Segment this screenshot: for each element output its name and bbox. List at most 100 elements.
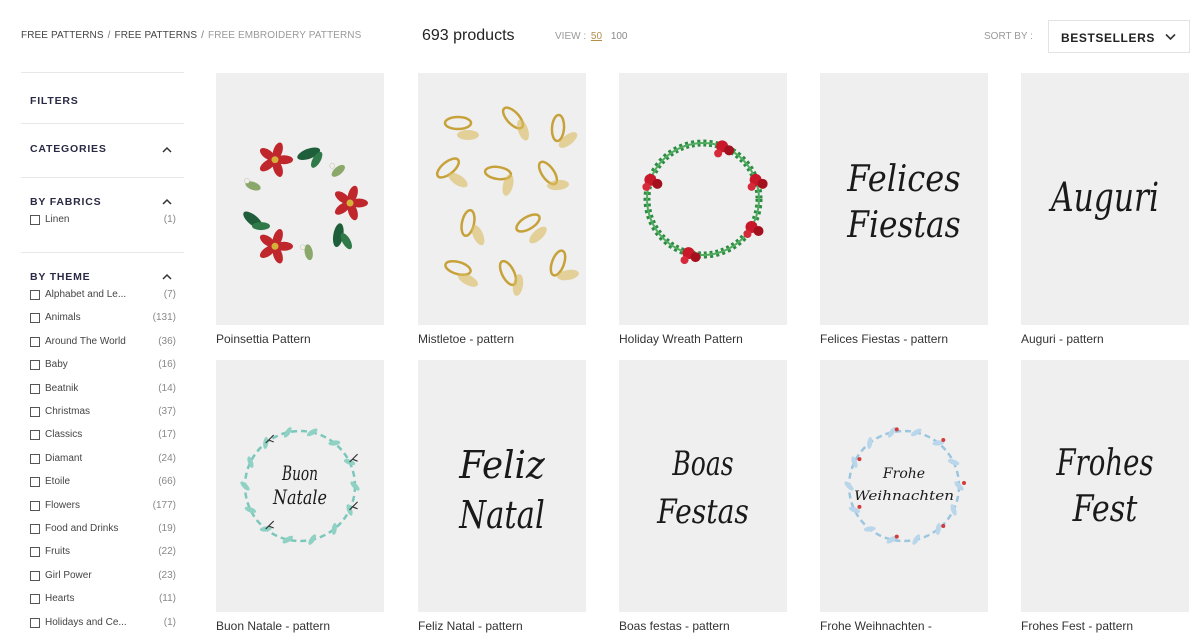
checkbox[interactable]: [30, 524, 40, 534]
filter-option[interactable]: Girl Power (23): [30, 570, 180, 584]
checkbox[interactable]: [30, 336, 40, 347]
filters-header: FILTERS: [21, 72, 184, 123]
breadcrumb-item[interactable]: FREE PATTERNS: [115, 30, 198, 41]
checkbox[interactable]: [30, 617, 40, 628]
chevron-up-icon[interactable]: [162, 146, 172, 153]
product-image[interactable]: Buon Natale: [216, 360, 384, 612]
chevron-up-icon[interactable]: [162, 273, 172, 280]
svg-text:Fiestas: Fiestas: [846, 205, 960, 246]
filter-option-label: Baby: [45, 359, 68, 371]
product-name[interactable]: Feliz Natal - pattern: [418, 619, 523, 633]
product-card[interactable]: Buon Natale Buon Natale - pattern: [216, 360, 384, 633]
filter-option[interactable]: Christmas (37): [30, 406, 180, 420]
filter-option[interactable]: Flowers (177): [30, 500, 180, 514]
product-name[interactable]: Felices Fiestas - pattern: [820, 332, 948, 346]
filter-option-count: (11): [158, 593, 176, 605]
filter-option[interactable]: Classics (17): [30, 429, 180, 443]
checkbox[interactable]: [30, 477, 40, 488]
view-option-100[interactable]: 100: [611, 31, 628, 42]
product-artwork: Frohe Weihnachten: [844, 427, 966, 545]
product-image[interactable]: Boas Festas: [619, 360, 787, 612]
chevron-up-icon[interactable]: [162, 198, 172, 205]
filter-option-count: (131): [152, 312, 176, 324]
product-artwork: Felices Fiestas: [846, 159, 960, 246]
product-image[interactable]: [619, 73, 787, 325]
product-card[interactable]: Poinsettia Pattern: [216, 73, 384, 346]
filters-sidebar: FILTERS CATEGORIES BY FABRICS Linen (1) …: [21, 72, 184, 643]
filter-option[interactable]: Animals (131): [30, 312, 180, 326]
categories-section[interactable]: CATEGORIES: [21, 123, 184, 177]
categories-title: CATEGORIES: [30, 143, 107, 155]
filter-option[interactable]: Étoile (66): [30, 476, 180, 490]
product-card[interactable]: Frohes Fest Frohes Fest - pattern: [1021, 360, 1189, 633]
product-image[interactable]: Felices Fiestas: [820, 73, 988, 325]
breadcrumb-current: FREE EMBROIDERY PATTERNS: [208, 30, 362, 41]
svg-text:Weihnachten: Weihnachten: [854, 489, 954, 504]
product-image[interactable]: Frohes Fest: [1021, 360, 1189, 612]
filter-option[interactable]: Diamant (24): [30, 453, 180, 467]
product-name[interactable]: Frohe Weihnachten -: [820, 619, 932, 633]
fabrics-title: BY FABRICS: [30, 196, 102, 208]
filter-option-count: (1): [163, 214, 176, 225]
filter-option-linen[interactable]: Linen (1): [30, 214, 180, 228]
product-name[interactable]: Poinsettia Pattern: [216, 332, 311, 346]
product-card[interactable]: Mistletoe - pattern: [418, 73, 586, 346]
product-name[interactable]: Auguri - pattern: [1021, 332, 1104, 346]
product-card[interactable]: Holiday Wreath Pattern: [619, 73, 787, 346]
product-name[interactable]: Buon Natale - pattern: [216, 619, 330, 633]
product-artwork: Auguri: [1048, 175, 1159, 221]
sort-value: BESTSELLERS: [1061, 31, 1155, 45]
checkbox[interactable]: [30, 430, 40, 441]
checkbox[interactable]: [30, 360, 40, 371]
product-name[interactable]: Frohes Fest - pattern: [1021, 619, 1133, 633]
filter-option[interactable]: Food and Drinks (19): [30, 523, 180, 537]
product-card[interactable]: Frohe Weihnachten Frohe Weihnachten -: [820, 360, 988, 633]
view-option-50[interactable]: 50: [591, 31, 602, 42]
product-name[interactable]: Boas festas - pattern: [619, 619, 730, 633]
checkbox[interactable]: [30, 383, 40, 394]
svg-text:Festas: Festas: [656, 492, 749, 532]
product-image[interactable]: Frohe Weihnachten: [820, 360, 988, 612]
filter-option[interactable]: Fruits (22): [30, 546, 180, 560]
filter-option-label: Hearts: [45, 593, 75, 605]
sort-dropdown[interactable]: BESTSELLERS: [1048, 20, 1190, 53]
product-card[interactable]: Feliz Natal Feliz Natal - pattern: [418, 360, 586, 633]
filter-option-count: (1): [163, 616, 176, 628]
checkbox[interactable]: [30, 500, 40, 511]
checkbox[interactable]: [30, 313, 40, 324]
checkbox[interactable]: [30, 290, 40, 300]
product-name[interactable]: Mistletoe - pattern: [418, 332, 514, 346]
filter-option-count: (36): [158, 335, 176, 347]
breadcrumb: FREE PATTERNS / FREE PATTERNS / FREE EMBROID…: [21, 30, 362, 41]
checkbox[interactable]: [30, 215, 40, 225]
sort-label: SORT BY :: [984, 31, 1033, 42]
filter-option-count: (17): [158, 429, 176, 441]
checkbox[interactable]: [30, 594, 40, 605]
filter-option[interactable]: Around The World (36): [30, 336, 180, 350]
filter-option-count: (37): [158, 406, 176, 417]
product-card[interactable]: Boas Festas Boas festas - pattern: [619, 360, 787, 633]
product-artwork: [435, 106, 579, 296]
product-image[interactable]: [216, 73, 384, 325]
filter-option[interactable]: Baby (16): [30, 359, 180, 373]
product-image[interactable]: Auguri: [1021, 73, 1189, 325]
filter-option[interactable]: Hearts (11): [30, 593, 180, 607]
filter-option-count: (16): [158, 359, 176, 371]
checkbox[interactable]: [30, 453, 40, 464]
product-card[interactable]: Auguri Auguri - pattern: [1021, 73, 1189, 346]
filter-option[interactable]: Beatnik (14): [30, 383, 180, 397]
filter-option[interactable]: Alphabet and Le... (7): [30, 289, 180, 303]
svg-text:Frohe: Frohe: [882, 466, 925, 482]
svg-text:Natale: Natale: [272, 485, 327, 509]
filter-option-label: Holidays and Ce...: [45, 616, 127, 628]
breadcrumb-item[interactable]: FREE PATTERNS: [21, 30, 104, 41]
filter-option[interactable]: Holidays and Ce... (1): [30, 617, 180, 631]
product-image[interactable]: [418, 73, 586, 325]
filter-option-count: (7): [163, 289, 176, 300]
checkbox[interactable]: [30, 407, 40, 417]
product-image[interactable]: Feliz Natal: [418, 360, 586, 612]
product-card[interactable]: Felices Fiestas Felices Fiestas - pattern: [820, 73, 988, 346]
product-name[interactable]: Holiday Wreath Pattern: [619, 332, 743, 346]
checkbox[interactable]: [30, 547, 40, 558]
checkbox[interactable]: [30, 570, 40, 581]
